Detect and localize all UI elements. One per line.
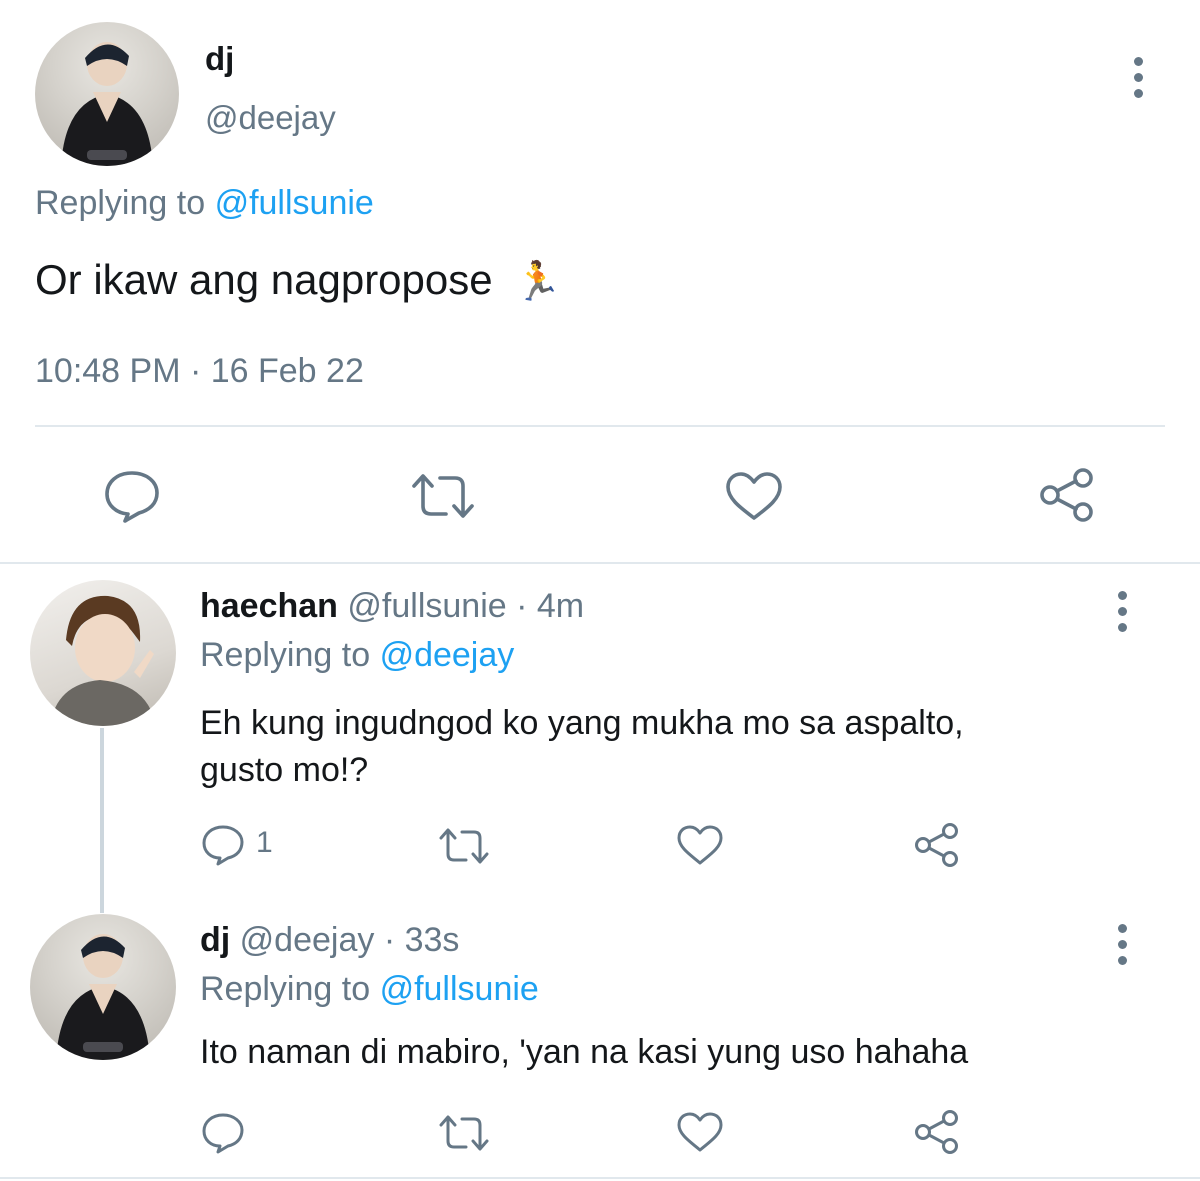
main-tweet-text: Or ikaw ang nagpropose 🏃 [35, 256, 562, 304]
tweet-text: Or ikaw ang nagpropose [35, 256, 493, 303]
avatar-image [50, 595, 156, 726]
replying-handle-link[interactable]: @deejay [380, 636, 515, 674]
dot-icon [1134, 89, 1143, 98]
like-icon[interactable] [676, 824, 724, 871]
retweet-icon[interactable] [438, 825, 490, 872]
reply1-display-name[interactable]: haechan [200, 587, 338, 625]
dot-icon [1134, 57, 1143, 66]
reply1-text: Eh kung ingudngod ko yang mukha mo sa as… [200, 700, 964, 794]
avatar-image [61, 42, 153, 166]
reply1-header: haechan @fullsunie · 4m [200, 587, 584, 626]
reply2-handle[interactable]: @deejay [240, 921, 375, 959]
main-more-menu-button[interactable] [1134, 57, 1143, 98]
section-divider [0, 562, 1200, 564]
bottom-divider [0, 1177, 1200, 1179]
avatar-dj[interactable] [35, 22, 179, 166]
reply-icon[interactable] [200, 823, 246, 872]
replying-prefix: Replying to [35, 184, 206, 222]
reply-icon[interactable] [200, 1111, 246, 1160]
reply1-more-menu-button[interactable] [1118, 591, 1127, 632]
reply2-header: dj @deejay · 33s [200, 921, 459, 960]
retweet-icon[interactable] [410, 470, 476, 527]
dot-icon [1118, 607, 1127, 616]
retweet-icon[interactable] [438, 1112, 490, 1159]
replying-handle-link[interactable]: @fullsunie [215, 184, 374, 222]
reply-icon[interactable] [103, 468, 161, 529]
replying-handle-link[interactable]: @fullsunie [380, 970, 539, 1008]
share-icon[interactable] [913, 1108, 961, 1161]
dot-icon [1118, 924, 1127, 933]
avatar-image [56, 934, 150, 1060]
reply1-text-line1: Eh kung ingudngod ko yang mukha mo sa as… [200, 704, 964, 742]
reply2-more-menu-button[interactable] [1118, 924, 1127, 965]
dot-icon [1134, 73, 1143, 82]
share-icon[interactable] [913, 821, 961, 874]
dot-icon [1118, 623, 1127, 632]
like-icon[interactable] [724, 470, 784, 527]
reply1-handle[interactable]: @fullsunie [347, 587, 506, 625]
reply2-display-name[interactable]: dj [200, 921, 230, 959]
main-display-name[interactable]: dj [205, 40, 234, 78]
reply1-reply-count: 1 [256, 826, 273, 859]
dot-icon [1118, 940, 1127, 949]
like-icon[interactable] [676, 1111, 724, 1158]
reply1-text-line2: gusto mo!? [200, 751, 369, 789]
avatar-dj[interactable] [30, 914, 176, 1060]
main-handle[interactable]: @deejay [205, 99, 336, 137]
reply2-text: Ito naman di mabiro, 'yan na kasi yung u… [200, 1033, 969, 1071]
main-divider [35, 425, 1165, 427]
main-timestamp[interactable]: 10:48 PM · 16 Feb 22 [35, 352, 364, 391]
thread-line [100, 728, 104, 913]
reply1-replying-to: Replying to @deejay [200, 636, 514, 675]
replying-prefix: Replying to [200, 636, 371, 674]
replying-prefix: Replying to [200, 970, 371, 1008]
reply2-replying-to: Replying to @fullsunie [200, 970, 539, 1009]
avatar-haechan[interactable] [30, 580, 176, 726]
dot-icon [1118, 591, 1127, 600]
reply1-time: · 4m [516, 587, 585, 625]
running-person-emoji: 🏃 [514, 261, 562, 303]
main-replying-to: Replying to @fullsunie [35, 184, 374, 223]
reply2-time: · 33s [383, 921, 460, 959]
dot-icon [1118, 956, 1127, 965]
share-icon[interactable] [1038, 466, 1096, 529]
